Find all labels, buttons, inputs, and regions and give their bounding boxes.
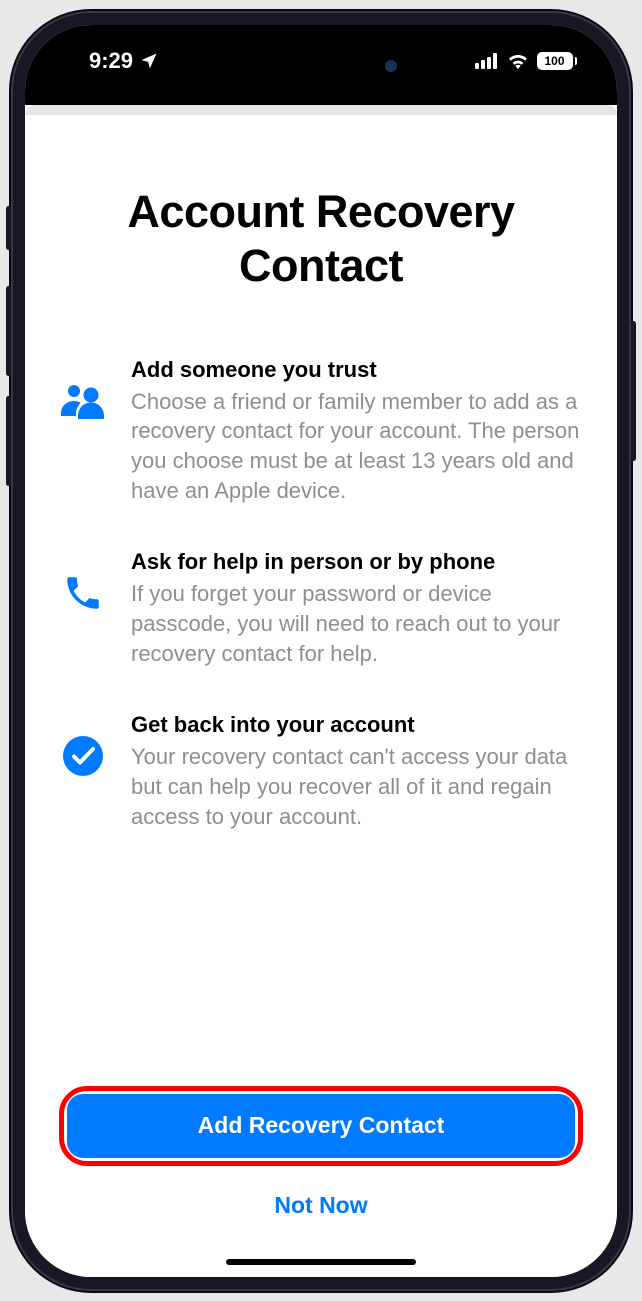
phone-screen: 9:29 100 xyxy=(25,25,617,1277)
info-recover-title: Get back into your account xyxy=(131,712,583,738)
info-trust-title: Add someone you trust xyxy=(131,357,583,383)
info-help-title: Ask for help in person or by phone xyxy=(131,549,583,575)
info-recover: Get back into your account Your recovery… xyxy=(59,712,583,831)
battery-percentage: 100 xyxy=(537,52,573,70)
volume-up-button[interactable] xyxy=(6,286,11,376)
dynamic-island xyxy=(237,45,405,89)
annotation-highlight: Add Recovery Contact xyxy=(59,1086,583,1166)
button-area: Add Recovery Contact Not Now xyxy=(59,1086,583,1277)
info-help-desc: If you forget your password or device pa… xyxy=(131,579,583,668)
people-icon xyxy=(59,377,107,425)
info-trust-desc: Choose a friend or family member to add … xyxy=(131,387,583,506)
cellular-icon xyxy=(475,53,499,69)
phone-icon xyxy=(59,569,107,617)
front-camera xyxy=(385,60,397,72)
status-time: 9:29 xyxy=(89,48,133,74)
add-recovery-contact-button[interactable]: Add Recovery Contact xyxy=(67,1094,575,1158)
content-area: Account Recovery Contact Add someone you… xyxy=(25,115,617,1277)
phone-frame: 9:29 100 xyxy=(11,11,631,1291)
silent-switch[interactable] xyxy=(6,206,11,250)
wifi-icon xyxy=(507,53,529,69)
info-trust: Add someone you trust Choose a friend or… xyxy=(59,357,583,506)
location-icon xyxy=(139,51,159,71)
power-button[interactable] xyxy=(631,321,636,461)
volume-down-button[interactable] xyxy=(6,396,11,486)
page-title: Account Recovery Contact xyxy=(59,185,583,293)
battery-indicator: 100 xyxy=(537,52,578,70)
not-now-button[interactable]: Not Now xyxy=(59,1184,583,1227)
home-indicator[interactable] xyxy=(226,1259,416,1265)
checkmark-icon xyxy=(59,732,107,780)
info-help: Ask for help in person or by phone If yo… xyxy=(59,549,583,668)
sheet-grabber[interactable] xyxy=(25,105,617,115)
info-recover-desc: Your recovery contact can't access your … xyxy=(131,742,583,831)
